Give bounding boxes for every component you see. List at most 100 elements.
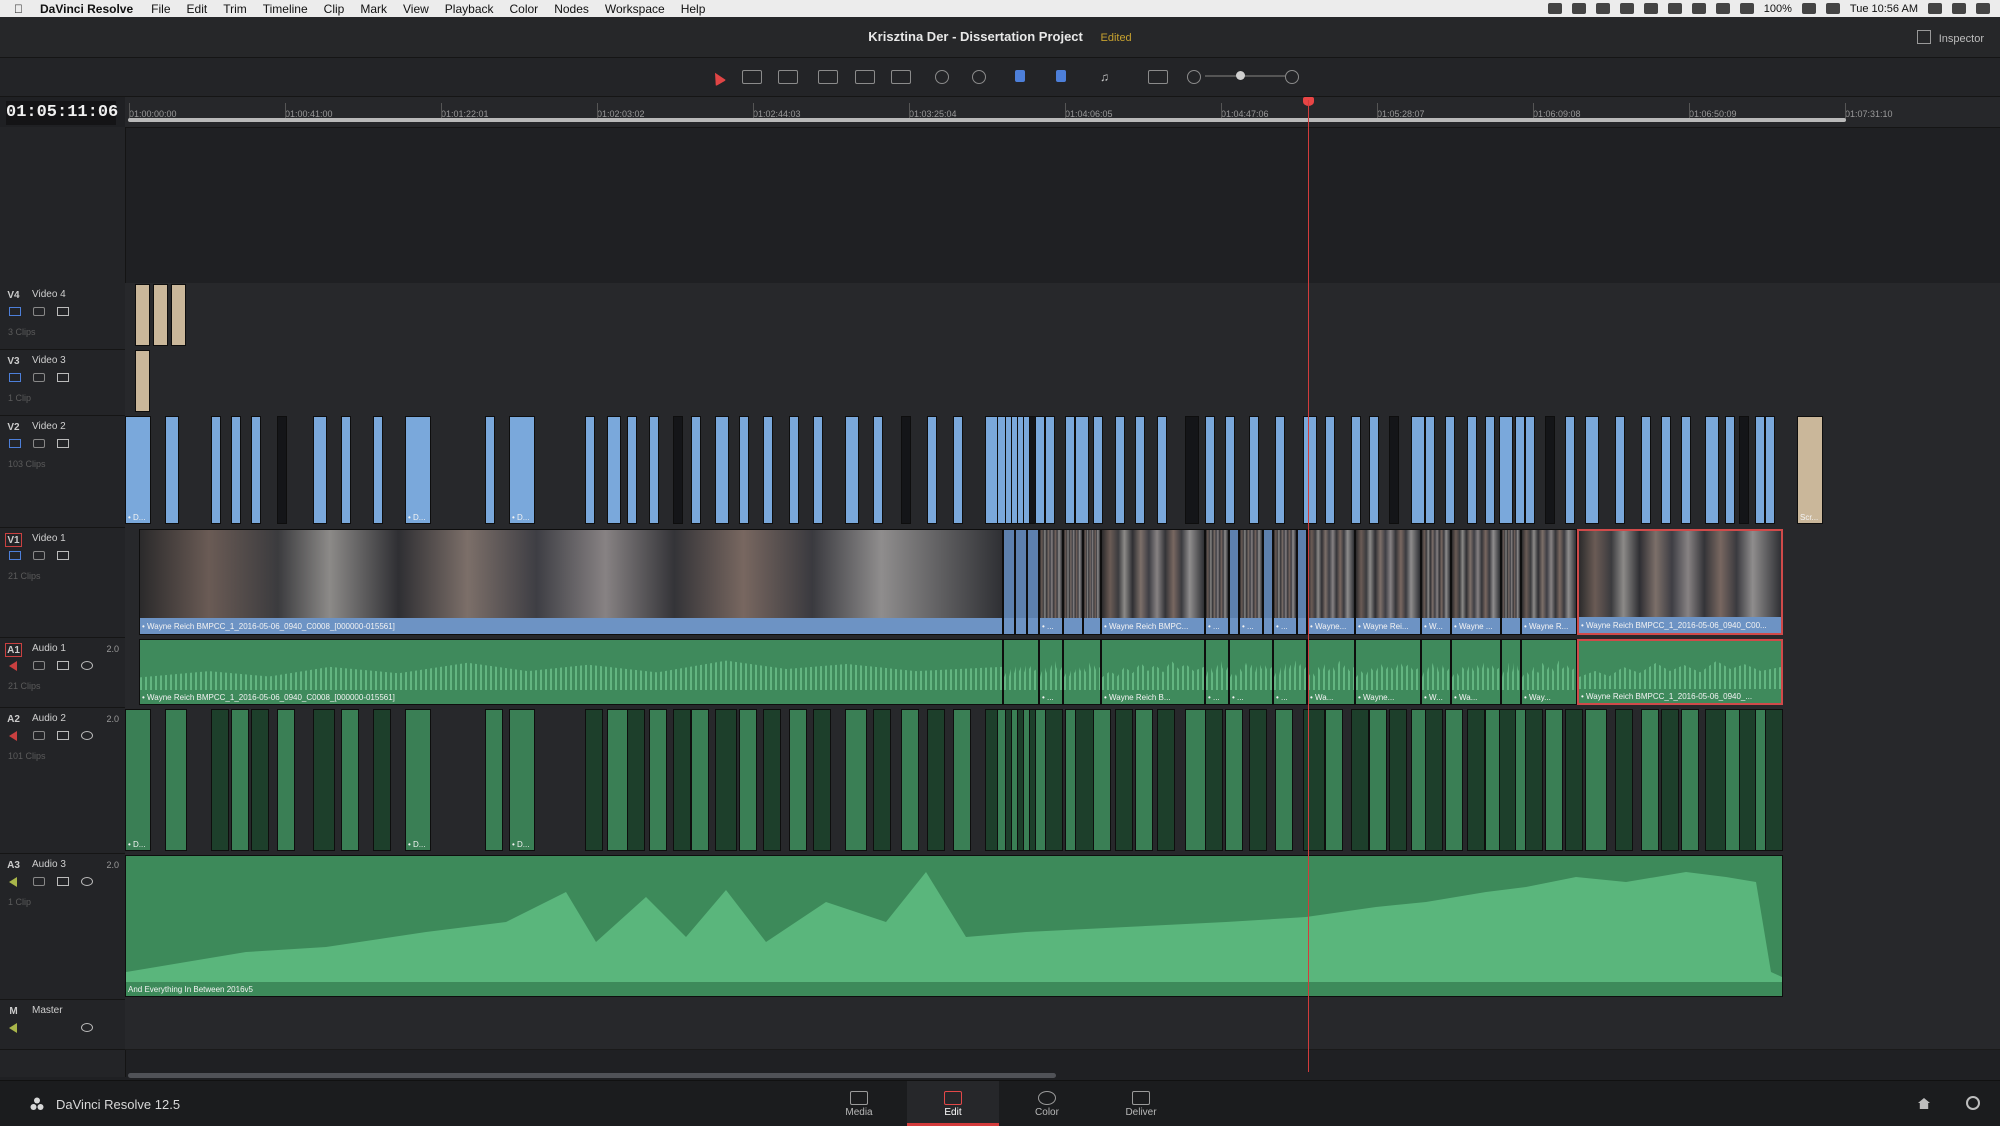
v2-clip[interactable] [1725, 416, 1735, 524]
v3-clip[interactable] [135, 350, 150, 412]
v2-clip[interactable] [1525, 416, 1535, 524]
timeline-range-bar[interactable] [128, 118, 1846, 122]
a1-clip[interactable]: • Wa... [1307, 639, 1355, 705]
v2-clip[interactable] [845, 416, 859, 524]
v1-clip[interactable]: • ... [1039, 529, 1063, 635]
playhead[interactable] [1308, 100, 1309, 1072]
a1-clip[interactable]: • Wayne Reich B... [1101, 639, 1205, 705]
v1-clip[interactable] [1003, 529, 1015, 635]
a2-clip[interactable]: • D... [125, 709, 151, 851]
track-id[interactable]: A3 [5, 859, 22, 873]
track-enable-icon[interactable] [9, 373, 21, 382]
v1-clip[interactable]: • W... [1421, 529, 1451, 635]
insert-clip-icon[interactable] [818, 70, 838, 84]
wifi-icon[interactable] [1691, 3, 1706, 14]
track-name[interactable]: Audio 1 [32, 643, 66, 654]
a2-clip[interactable] [1303, 709, 1325, 851]
page-tab-color[interactable]: Color [1001, 1081, 1093, 1126]
track-name[interactable]: Video 1 [32, 533, 66, 544]
v2-clip[interactable] [165, 416, 179, 524]
a2-clip[interactable] [1135, 709, 1153, 851]
mute-speaker-icon[interactable] [9, 661, 17, 671]
a2-clip[interactable] [1115, 709, 1133, 851]
menubar-clock[interactable]: Tue 10:56 AM [1850, 3, 1918, 15]
v2-clip[interactable] [585, 416, 595, 524]
v2-clip[interactable]: Scr... [1797, 416, 1823, 524]
menu-help[interactable]: Help [681, 2, 706, 16]
v1-clip[interactable]: • Wayne R... [1521, 529, 1577, 635]
v2-clip[interactable] [485, 416, 495, 524]
creative-cloud-icon[interactable] [1547, 3, 1562, 14]
sync-icon[interactable] [1619, 3, 1634, 14]
v2-clip[interactable] [1765, 416, 1775, 524]
lock-icon[interactable] [33, 877, 45, 886]
v2-clip[interactable] [1565, 416, 1575, 524]
track-header-v3[interactable]: V3 Video 3 1 Clip [0, 349, 125, 416]
v2-clip[interactable] [277, 416, 287, 524]
v2-clip[interactable] [1093, 416, 1103, 524]
a2-clip[interactable] [1545, 709, 1563, 851]
track-name[interactable]: Video 2 [32, 421, 66, 432]
volume-icon[interactable] [1739, 3, 1754, 14]
menu-mark[interactable]: Mark [360, 2, 387, 16]
v2-clip[interactable] [1075, 416, 1089, 524]
a3-clip[interactable]: And Everything In Between 2016v5 [125, 855, 1783, 997]
lock-icon[interactable] [33, 307, 45, 316]
v2-clip[interactable] [953, 416, 963, 524]
v2-clip[interactable] [313, 416, 327, 524]
page-tab-edit[interactable]: Edit [907, 1081, 999, 1126]
auto-select-icon[interactable] [57, 373, 69, 382]
dropbox-icon[interactable] [1571, 3, 1586, 14]
track-id[interactable]: A1 [5, 643, 22, 657]
v2-clip[interactable] [789, 416, 799, 524]
v2-clip[interactable] [1225, 416, 1235, 524]
keyframe-curve-icon[interactable] [81, 731, 93, 740]
v1-clip[interactable] [1015, 529, 1027, 635]
v2-clip[interactable] [1485, 416, 1495, 524]
track-id[interactable]: V1 [5, 533, 22, 547]
auto-select-icon[interactable] [57, 439, 69, 448]
auto-select-icon[interactable] [57, 731, 69, 740]
a2-clip[interactable] [813, 709, 831, 851]
keyboard-icon[interactable] [1825, 3, 1840, 14]
a1-clip-selected[interactable]: • Wayne Reich BMPCC_1_2016-05-06_0940_..… [1577, 639, 1783, 705]
v2-clip[interactable]: • D... [509, 416, 535, 524]
home-icon[interactable] [1918, 1098, 1930, 1109]
v2-clip[interactable] [1661, 416, 1671, 524]
v1-clip[interactable] [1083, 529, 1101, 635]
a2-clip[interactable] [1185, 709, 1207, 851]
lock-icon[interactable] [33, 551, 45, 560]
menu-clip[interactable]: Clip [324, 2, 345, 16]
keyframe-curve-icon[interactable] [81, 1023, 93, 1032]
auto-select-icon[interactable] [57, 551, 69, 560]
v2-clip[interactable] [1135, 416, 1145, 524]
v2-clip[interactable] [673, 416, 683, 524]
battery-percent[interactable]: 100% [1764, 3, 1792, 15]
notification-center-icon[interactable] [1976, 3, 1990, 14]
track-name[interactable]: Master [32, 1005, 63, 1016]
marker-icon[interactable] [1056, 70, 1066, 82]
menu-view[interactable]: View [403, 2, 429, 16]
v2-clip[interactable] [1545, 416, 1555, 524]
siri-icon[interactable] [1952, 3, 1966, 14]
a2-clip[interactable]: • D... [405, 709, 431, 851]
timeline-area[interactable]: • D... • D... • D... Scr... • Wayne Reic… [125, 127, 2000, 1077]
v1-clip[interactable] [1063, 529, 1083, 635]
a2-clip[interactable] [1445, 709, 1463, 851]
v1-clip[interactable]: • Wayne Rei... [1355, 529, 1421, 635]
menu-file[interactable]: File [151, 2, 170, 16]
menu-edit[interactable]: Edit [187, 2, 208, 16]
blade-mode-icon[interactable] [778, 70, 798, 84]
lock-icon[interactable] [33, 373, 45, 382]
airplay-icon[interactable] [1715, 3, 1730, 14]
apple-icon[interactable]:  [14, 2, 30, 16]
a2-clip[interactable] [1765, 709, 1783, 851]
v2-clip[interactable] [1205, 416, 1215, 524]
v1-clip[interactable]: • ... [1273, 529, 1297, 635]
a2-clip[interactable] [1225, 709, 1243, 851]
v2-clip[interactable]: • D... [125, 416, 151, 524]
a1-clip[interactable]: • W... [1421, 639, 1451, 705]
menu-app-name[interactable]: DaVinci Resolve [40, 2, 133, 16]
zoom-slider-track[interactable] [1205, 75, 1285, 77]
a2-clip[interactable] [607, 709, 629, 851]
